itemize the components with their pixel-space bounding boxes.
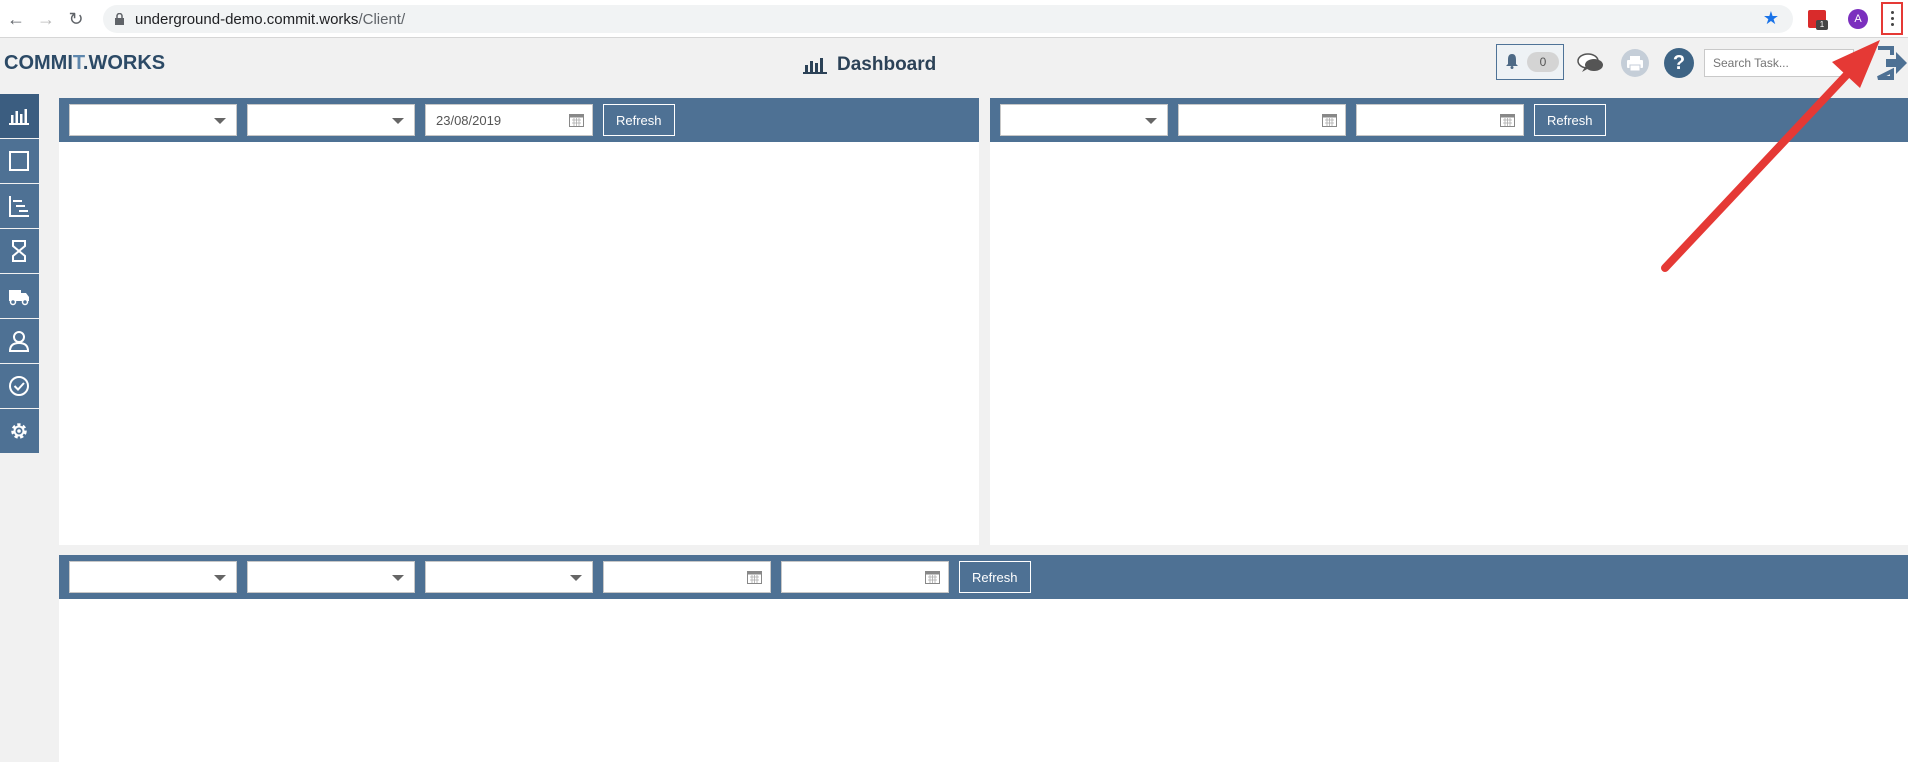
sidebar-item-dashboard[interactable] [0,94,39,138]
page-title: Dashboard [837,54,937,75]
search-task-input[interactable] [1704,49,1854,77]
panel-top-left: 23/08/2019 Refresh [59,98,979,545]
app-header: COMMIT.WORKS Dashboard 0 ? [0,38,1908,94]
square-icon [9,151,29,171]
sidebar-item-hierarchy[interactable] [0,184,39,228]
date-input-from[interactable] [1178,104,1346,136]
panel-bottom-toolbar: Refresh [59,555,1908,599]
chevron-down-icon [214,575,226,581]
filter-select-3[interactable] [425,561,593,593]
sidebar-item-tasks[interactable] [0,139,39,183]
refresh-button[interactable]: Refresh [603,104,675,136]
calendar-icon[interactable] [569,113,584,127]
address-bar[interactable]: underground-demo.commit.works/Client/ ★ [103,5,1793,33]
refresh-button[interactable]: Refresh [1534,104,1606,136]
date-input-to[interactable] [1356,104,1524,136]
sidebar [0,94,39,454]
logo[interactable]: COMMIT.WORKS [4,52,165,75]
chevron-down-icon [214,118,226,124]
panel-top-right: Refresh [990,98,1908,545]
sidebar-item-settings[interactable] [0,409,39,453]
filter-select-1[interactable] [1000,104,1168,136]
url-path: /Client/ [358,11,406,28]
bar-chart-icon [803,58,827,74]
truck-icon [9,290,29,306]
bell-icon [1506,54,1518,69]
chevron-down-icon [1145,118,1157,124]
logo-part-b: .WORKS [82,52,166,74]
reload-icon[interactable]: ↻ [66,9,86,29]
date-input-to[interactable] [781,561,949,593]
date-input[interactable]: 23/08/2019 [425,104,593,136]
calendar-icon[interactable] [747,570,762,584]
sidebar-item-time[interactable] [0,229,39,273]
chevron-down-icon [392,118,404,124]
calendar-icon[interactable] [1322,113,1337,127]
extension-badge: 1 [1816,20,1828,30]
url-text: underground-demo.commit.works/Client/ [135,11,405,28]
refresh-button[interactable]: Refresh [959,561,1031,593]
three-dots-icon [1891,11,1894,29]
panel-top-left-toolbar: 23/08/2019 Refresh [59,98,979,142]
lock-icon [115,13,124,25]
hierarchy-icon [9,196,29,217]
calendar-icon[interactable] [925,570,940,584]
calendar-icon[interactable] [1500,113,1515,127]
filter-select-2[interactable] [247,104,415,136]
panel-bottom: Refresh [59,555,1908,762]
profile-avatar[interactable]: A [1848,9,1868,29]
date-input-from[interactable] [603,561,771,593]
chevron-down-icon [570,575,582,581]
browser-menu-button[interactable] [1881,2,1903,35]
browser-toolbar: ← → ↻ underground-demo.commit.works/Clie… [0,0,1908,38]
bar-chart-icon [9,109,29,125]
hourglass-icon [12,240,26,262]
logo-part-plus: T [72,52,83,74]
filter-select-1[interactable] [69,561,237,593]
filter-select-1[interactable] [69,104,237,136]
date-value: 23/08/2019 [436,113,502,128]
gear-icon [11,423,27,439]
chevron-down-icon [392,575,404,581]
sidebar-item-approvals[interactable] [0,364,39,408]
print-icon[interactable] [1621,49,1649,77]
url-domain: underground-demo.commit.works [135,11,359,28]
user-icon [8,331,30,352]
sidebar-item-users[interactable] [0,319,39,363]
back-icon[interactable]: ← [6,9,26,29]
check-circle-icon [9,376,29,396]
panel-top-right-toolbar: Refresh [990,98,1908,142]
chat-icon[interactable] [1577,52,1605,74]
logout-icon[interactable] [1876,46,1908,80]
notifications-button[interactable]: 0 [1496,44,1564,80]
logo-part-a: COMMI [4,52,73,74]
forward-icon[interactable]: → [36,9,56,29]
sidebar-item-delivery[interactable] [0,274,39,318]
notification-count: 0 [1527,52,1559,72]
help-icon[interactable]: ? [1664,48,1694,78]
filter-select-2[interactable] [247,561,415,593]
bookmark-star-icon[interactable]: ★ [1763,8,1779,29]
